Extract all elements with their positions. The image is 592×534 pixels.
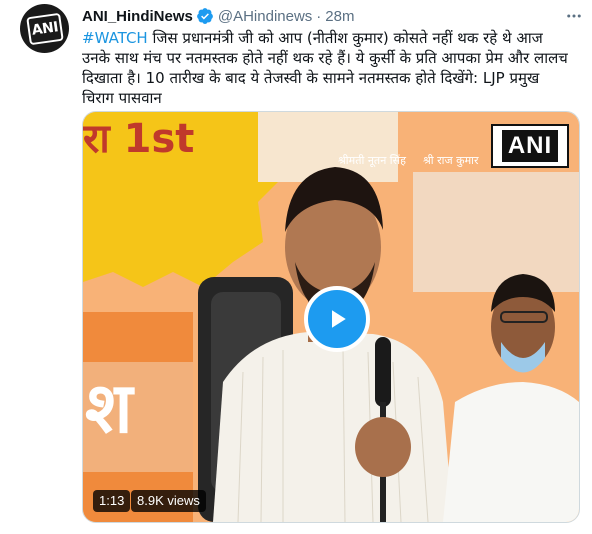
more-options-icon[interactable]: [562, 4, 586, 28]
banner-text-lower: श: [85, 367, 135, 449]
banner-text: रा 1st: [83, 116, 194, 162]
verified-badge-icon: [196, 7, 214, 25]
ani-watermark-text: ANI: [501, 130, 559, 162]
caption-right: श्री राज कुमार: [423, 154, 479, 167]
video-duration: 1:13: [93, 490, 131, 512]
display-name[interactable]: ANI_HindiNews: [82, 8, 193, 25]
tweet[interactable]: ANI ANI_HindiNews @AHindinews · 28m #WAT…: [0, 0, 592, 534]
separator-dot: ·: [316, 7, 322, 25]
tweet-body: जिस प्रधानमंत्री जी को आप (नीतीश कुमार) …: [82, 29, 568, 107]
play-button[interactable]: [304, 286, 370, 352]
tweet-header: ANI_HindiNews @AHindinews · 28m: [82, 5, 552, 27]
view-count: 8.9K views: [131, 490, 206, 512]
tweet-text: #WATCH जिस प्रधानमंत्री जी को आप (नीतीश …: [82, 28, 574, 108]
caption-left: श्रीमती नूतन सिंह: [338, 154, 406, 168]
play-icon: [332, 310, 346, 328]
handle[interactable]: @AHindinews: [218, 8, 312, 25]
timestamp[interactable]: 28m: [325, 8, 354, 25]
video-player[interactable]: रा 1st श श्रीमती नूतन सिंह श्री राज कुमा…: [82, 111, 580, 523]
avatar[interactable]: ANI: [20, 4, 69, 53]
hashtag-link[interactable]: #WATCH: [82, 29, 148, 47]
ani-logo: ANI: [25, 12, 64, 45]
ani-watermark: ANI: [491, 124, 569, 168]
